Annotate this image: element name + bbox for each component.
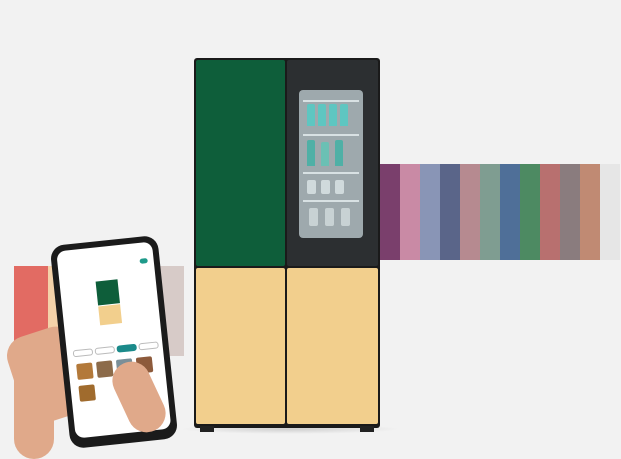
stripe-band [460,164,480,260]
refrigerator [194,58,380,432]
fridge-preview [95,279,123,326]
fridge-glass-window [299,90,363,238]
toggle-switch[interactable] [139,258,148,264]
product-image [0,0,621,459]
stripe-band [440,164,460,260]
bottle [321,142,329,166]
stripe-band [540,164,560,260]
bottle [307,140,315,166]
preview-bottom [98,304,123,326]
shelf [303,200,359,202]
stripe-band [520,164,540,260]
wrist [14,360,54,459]
jar [321,180,330,194]
chip[interactable] [94,345,116,356]
bottle [335,140,343,166]
bottle [329,104,337,126]
stripe-band [380,164,400,260]
fridge-door-bottom-left [196,268,285,424]
jar [307,180,316,194]
color-thumbnail[interactable] [76,362,94,380]
chip[interactable] [138,341,159,351]
stripe-band [480,164,500,260]
bottle [307,104,315,126]
shelf [303,134,359,136]
fridge-door-top-right [287,60,378,266]
fridge-foot [200,426,214,432]
fridge-foot [360,426,374,432]
fridge-door-top-left [196,60,285,266]
chip-active[interactable] [116,343,138,353]
app-bar [57,247,154,267]
shelf [303,172,359,174]
stripe-band [600,164,620,260]
stripe-band [400,164,420,260]
shelf [303,100,359,102]
jar [341,208,350,226]
bottle [318,104,326,126]
jar [325,208,334,226]
stripe-band [500,164,520,260]
color-thumbnail[interactable] [78,384,96,402]
jar [309,208,318,226]
stripe-band [580,164,600,260]
stripe-band [420,164,440,260]
bottle [340,104,348,126]
jar [335,180,344,194]
preview-top [95,279,120,306]
stripe-band [560,164,580,260]
chip[interactable] [72,348,94,358]
color-thumbnail[interactable] [95,360,114,378]
fridge-door-bottom-right [287,268,378,424]
